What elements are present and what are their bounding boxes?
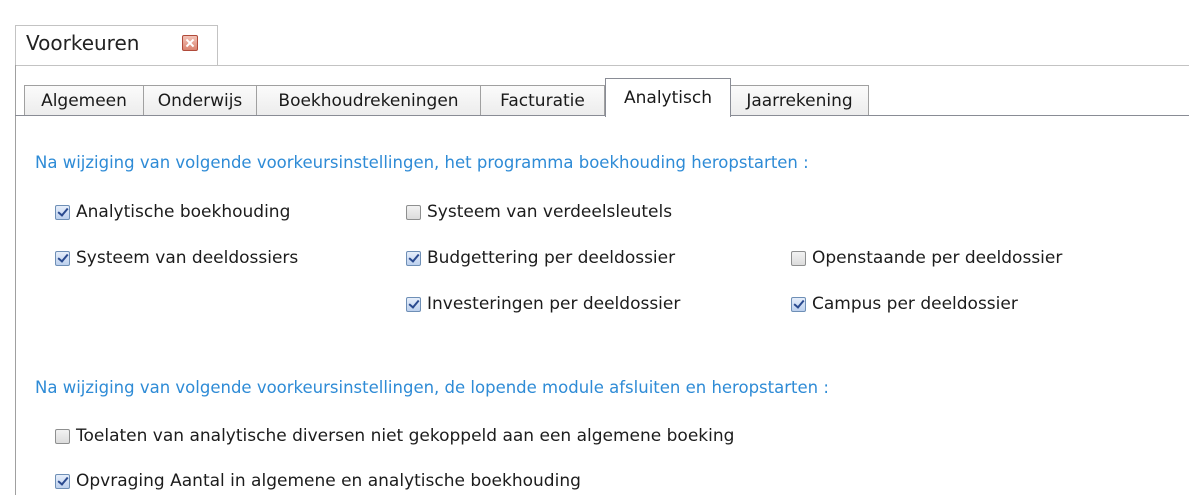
checkbox[interactable] bbox=[55, 250, 70, 266]
option-investeringen-deeldossier[interactable]: Investeringen per deeldossier bbox=[406, 294, 680, 314]
option-systeem-deeldossiers[interactable]: Systeem van deeldossiers bbox=[55, 248, 298, 268]
option-analytische-boekhouding[interactable]: Analytische boekhouding bbox=[55, 202, 290, 222]
option-budgettering-deeldossier[interactable]: Budgettering per deeldossier bbox=[406, 248, 675, 268]
document-tab-title: Voorkeuren bbox=[26, 31, 140, 55]
option-label: Openstaande per deeldossier bbox=[812, 248, 1063, 268]
option-label: Campus per deeldossier bbox=[812, 294, 1018, 314]
tab-analytisch[interactable]: Analytisch bbox=[605, 78, 731, 117]
option-systeem-verdeelsleutels[interactable]: Systeem van verdeelsleutels bbox=[406, 202, 672, 222]
tab-label: Onderwijs bbox=[157, 91, 243, 111]
option-opvraging-aantal[interactable]: Opvraging Aantal in algemene en analytis… bbox=[55, 471, 581, 491]
checkbox[interactable] bbox=[406, 204, 421, 220]
checkbox[interactable] bbox=[791, 296, 806, 312]
checkbox[interactable] bbox=[55, 204, 70, 220]
checkbox[interactable] bbox=[406, 296, 421, 312]
option-label: Investeringen per deeldossier bbox=[427, 294, 681, 314]
option-label: Budgettering per deeldossier bbox=[427, 248, 676, 268]
tab-algemeen[interactable]: Algemeen bbox=[24, 85, 144, 116]
option-label: Toelaten van analytische diversen niet g… bbox=[76, 426, 735, 446]
tab-label: Jaarrekening bbox=[746, 91, 853, 111]
checkbox[interactable] bbox=[791, 250, 806, 266]
checkbox[interactable] bbox=[406, 250, 421, 266]
tab-label: Algemeen bbox=[41, 91, 127, 111]
tab-label: Analytisch bbox=[624, 88, 712, 108]
tab-jaarrekening[interactable]: Jaarrekening bbox=[730, 85, 869, 116]
option-toelaten-analytische-diversen[interactable]: Toelaten van analytische diversen niet g… bbox=[55, 426, 734, 446]
option-label: Analytische boekhouding bbox=[76, 202, 291, 222]
section-restart-module-heading: Na wijziging van volgende voorkeursinste… bbox=[35, 378, 829, 397]
option-label: Systeem van deeldossiers bbox=[76, 248, 299, 268]
tab-onderwijs[interactable]: Onderwijs bbox=[143, 85, 257, 116]
panel-border bbox=[15, 65, 1189, 66]
option-label: Opvraging Aantal in algemene en analytis… bbox=[76, 471, 581, 491]
tab-label: Boekhoudrekeningen bbox=[278, 91, 459, 111]
option-campus-deeldossier[interactable]: Campus per deeldossier bbox=[791, 294, 1018, 314]
tab-facturatie[interactable]: Facturatie bbox=[480, 85, 605, 116]
checkbox[interactable] bbox=[55, 428, 70, 444]
option-openstaande-deeldossier[interactable]: Openstaande per deeldossier bbox=[791, 248, 1062, 268]
panel-left-border bbox=[15, 65, 16, 495]
option-label: Systeem van verdeelsleutels bbox=[427, 202, 673, 222]
checkbox[interactable] bbox=[55, 473, 70, 489]
section-restart-program-heading: Na wijziging van volgende voorkeursinste… bbox=[35, 153, 809, 172]
close-icon[interactable] bbox=[182, 35, 198, 51]
tabstrip-border bbox=[15, 115, 1189, 116]
tab-label: Facturatie bbox=[500, 91, 585, 111]
tab-boekhoudrekeningen[interactable]: Boekhoudrekeningen bbox=[256, 85, 481, 116]
document-tab-voorkeuren[interactable]: Voorkeuren bbox=[15, 25, 218, 66]
